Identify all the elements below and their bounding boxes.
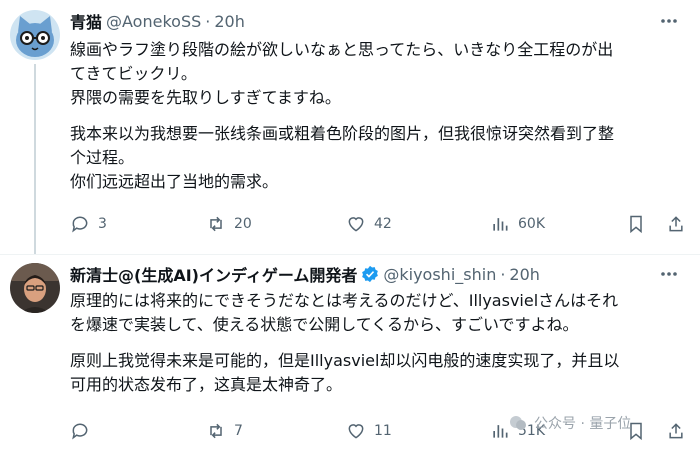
text-line: 線画やラフ塗り段階の絵が欲しいなぁと思ってたら、いきなり全工程のが出 [70, 40, 614, 59]
repost-icon [210, 423, 222, 439]
thread-line [34, 64, 36, 254]
user-handle[interactable]: @AonekoSS [106, 12, 201, 31]
post-header: 新清士@(生成AI)インディゲーム開発者 @kiyoshi_shin · 20h [70, 262, 540, 286]
views-chart-icon [493, 218, 508, 231]
verified-badge-icon [362, 265, 379, 283]
reply-icon [72, 423, 88, 440]
text-line: 可用的状态发布了，这真是太神奇了。 [70, 375, 343, 394]
share-button[interactable] [666, 419, 686, 443]
display-name[interactable]: 青猫 [70, 9, 102, 33]
views-chart-icon [493, 425, 508, 438]
more-options-button[interactable] [658, 10, 680, 32]
more-options-button[interactable] [658, 263, 680, 285]
action-bar: 3 20 42 60K [70, 212, 690, 236]
watermark-text: 公众号 · 量子位 [534, 416, 632, 432]
like-count: 11 [374, 423, 392, 439]
text-line: 原理的には将来的にできそうだなとは考えるのだけど、Illyasvielさんはそれ [70, 291, 619, 310]
cat-avatar-icon [10, 10, 60, 60]
view-count: 60K [518, 216, 545, 232]
text-line: 界隈の需要を先取りしすぎてますね。 [70, 88, 341, 107]
repost-button[interactable]: 7 [206, 419, 243, 443]
text-line: を爆速で実装して、使える状態で公開してくるから、すごいですよね。 [70, 315, 579, 334]
repost-count: 7 [234, 423, 243, 439]
post-text: 線画やラフ塗り段階の絵が欲しいなぁと思ってたら、いきなり全工程のが出 てきてビッ… [70, 38, 688, 194]
share-button[interactable] [666, 212, 686, 236]
views-button[interactable]: 60K [490, 212, 545, 236]
avatar[interactable] [10, 263, 60, 313]
text-line: 我本来以为我想要一张线条画或粗着色阶段的图片，但我很惊讶突然看到了整 [70, 124, 615, 143]
reply-icon [72, 216, 88, 233]
share-icon [669, 423, 683, 439]
heart-icon [348, 424, 364, 439]
heart-icon [348, 217, 364, 232]
more-horizontal-icon [661, 272, 677, 276]
separator-dot: · [500, 264, 506, 284]
like-button[interactable]: 42 [346, 212, 392, 236]
reply-count: 3 [98, 216, 107, 232]
user-photo-avatar-icon [10, 263, 60, 313]
repost-icon [210, 216, 222, 232]
text-line: てきてビックリ。 [70, 64, 197, 83]
display-name[interactable]: 新清士@(生成AI)インディゲーム開発者 [70, 262, 357, 286]
post-1[interactable]: 青猫 @AonekoSS · 20h 線画やラフ塗り段階の絵が欲しいなぁと思って… [0, 0, 700, 254]
repost-button[interactable]: 20 [206, 212, 252, 236]
reply-button[interactable]: 3 [70, 212, 107, 236]
share-icon [669, 216, 683, 232]
post-time[interactable]: 20h [214, 12, 245, 31]
like-button[interactable]: 11 [346, 419, 392, 443]
text-line: 你们远远超出了当地的需求。 [70, 172, 279, 191]
post-header: 青猫 @AonekoSS · 20h [70, 9, 245, 33]
text-line: 原则上我觉得未来是可能的，但是Illyasviel却以闪电般的速度实现了，并且以 [70, 351, 620, 370]
reply-button[interactable] [70, 419, 98, 443]
bookmark-icon [630, 215, 642, 234]
post-text: 原理的には将来的にできそうだなとは考えるのだけど、Illyasvielさんはそれ… [70, 289, 688, 397]
wechat-logo-icon [510, 416, 526, 430]
watermark: 公众号 · 量子位 [508, 413, 631, 433]
separator-dot: · [205, 11, 211, 31]
user-handle[interactable]: @kiyoshi_shin [383, 265, 496, 284]
repost-count: 20 [234, 216, 252, 232]
avatar[interactable] [10, 10, 60, 60]
bookmark-button[interactable] [626, 212, 646, 236]
text-line: 个过程。 [70, 148, 135, 167]
post-time[interactable]: 20h [509, 265, 540, 284]
more-horizontal-icon [661, 19, 677, 23]
like-count: 42 [374, 216, 392, 232]
